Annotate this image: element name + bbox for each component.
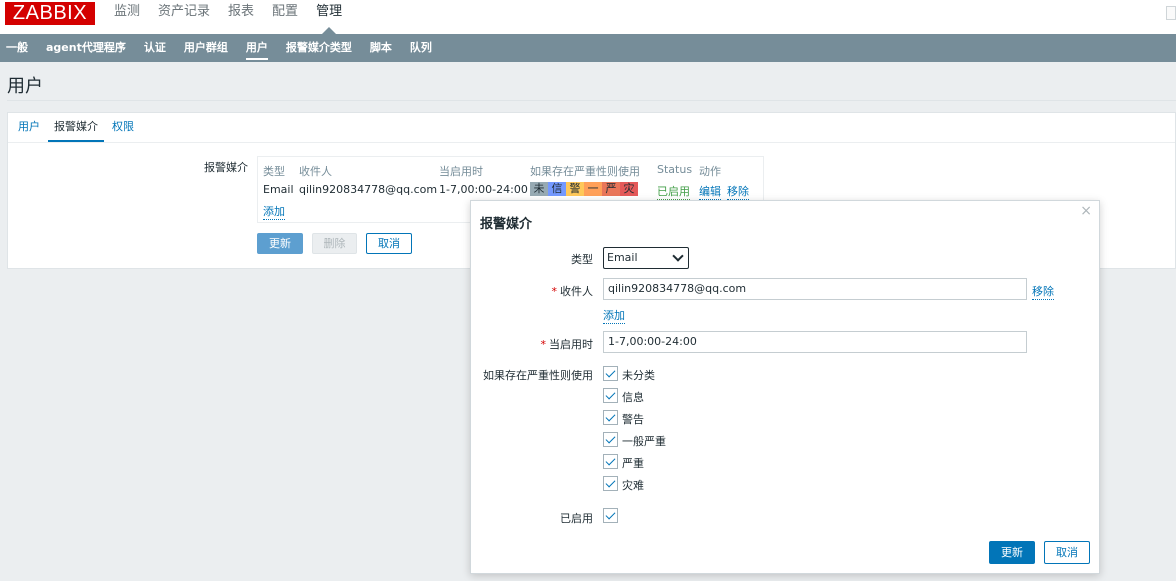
type-select[interactable]: Email [603, 247, 689, 269]
severity-information: 信 [548, 182, 566, 196]
severity-checkbox-warning[interactable] [603, 410, 618, 425]
title-divider [7, 100, 1176, 101]
row-remove-link[interactable]: 移除 [727, 183, 749, 200]
header-widget[interactable] [1166, 6, 1176, 20]
row-status-toggle[interactable]: 已启用 [657, 183, 690, 200]
cancel-button[interactable]: 取消 [366, 233, 412, 254]
subnav-general[interactable]: 一般 [6, 34, 28, 62]
media-dialog: 报警媒介 × 类型 Email * 收件人 qilin920834778@qq.c… [470, 200, 1100, 574]
when-active-label: * 当启用时 [511, 336, 594, 352]
when-active-input[interactable]: 1-7,00:00-24:00 [603, 331, 1027, 353]
when-active-label-text: 当启用时 [549, 338, 593, 351]
media-field-label: 报警媒介 [204, 161, 248, 174]
severity-checkbox-disaster[interactable] [603, 476, 618, 491]
subnav-scripts[interactable]: 脚本 [370, 34, 392, 62]
subnav-queue[interactable]: 队列 [410, 34, 432, 62]
active-menu-caret-icon [322, 27, 337, 34]
tab-user[interactable]: 用户 [12, 113, 46, 142]
menu-configuration[interactable]: 配置 [272, 4, 298, 34]
tab-media[interactable]: 报警媒介 [48, 113, 104, 142]
type-label: 类型 [571, 253, 593, 266]
severity-checkbox-average[interactable] [603, 432, 618, 447]
dialog-title: 报警媒介 [480, 217, 533, 232]
menu-inventory[interactable]: 资产记录 [158, 4, 210, 34]
zabbix-logo[interactable]: ZABBIX [5, 2, 95, 25]
dialog-update-button[interactable]: 更新 [989, 541, 1035, 564]
menu-reports[interactable]: 报表 [228, 4, 254, 34]
user-tabs: 用户 报警媒介 权限 [8, 113, 142, 142]
subnav-users[interactable]: 用户 [245, 34, 268, 62]
severity-checkbox-information[interactable] [603, 388, 618, 403]
tab-permissions[interactable]: 权限 [106, 113, 140, 142]
add-recipient-link[interactable]: 添加 [603, 307, 625, 324]
top-header: ZABBIX 监测 资产记录 报表 配置 管理 [0, 0, 1176, 34]
add-media-link[interactable]: 添加 [263, 203, 285, 220]
recipient-label-text: 收件人 [560, 285, 593, 298]
col-severity: 如果存在严重性则使用 [530, 165, 640, 178]
row-when-active: 1-7,00:00-24:00 [439, 183, 528, 196]
close-icon[interactable]: × [1080, 203, 1092, 219]
delete-button[interactable]: 删除 [312, 233, 357, 254]
severity-checkbox-not-classified[interactable] [603, 366, 618, 381]
required-icon: * [551, 285, 558, 298]
col-recipient: 收件人 [299, 165, 332, 178]
subnav-media-types[interactable]: 报警媒介类型 [286, 34, 352, 62]
col-type: 类型 [263, 165, 285, 178]
recipient-input[interactable]: qilin920834778@qq.com [603, 278, 1027, 300]
severity-disaster: 灾 [620, 182, 638, 196]
severity-average: 一 [584, 182, 602, 196]
update-button[interactable]: 更新 [257, 233, 303, 254]
subnav-authentication[interactable]: 认证 [144, 34, 166, 62]
severity-label-disaster: 灾难 [622, 479, 644, 492]
remove-recipient-link[interactable]: 移除 [1032, 283, 1054, 300]
menu-administration-label: 管理 [316, 4, 343, 19]
row-edit-link[interactable]: 编辑 [699, 183, 721, 200]
dialog-cancel-button[interactable]: 取消 [1044, 541, 1090, 564]
col-status: Status [657, 163, 693, 176]
severity-not-classified: 未 [530, 182, 548, 196]
enabled-label: 已启用 [560, 512, 593, 525]
page-title: 用户 [7, 76, 43, 97]
severity-label-not-classified: 未分类 [622, 369, 655, 382]
severity-warning: 警 [566, 182, 584, 196]
severity-label-warning: 警告 [622, 413, 644, 426]
severity-label-high: 严重 [622, 457, 644, 470]
row-type: Email [263, 183, 294, 196]
severity-label: 如果存在严重性则使用 [483, 369, 593, 382]
severity-label-information: 信息 [622, 391, 644, 404]
main-menu: 监测 资产记录 报表 配置 管理 [114, 4, 360, 34]
subnav-user-groups[interactable]: 用户群组 [184, 34, 228, 62]
severity-high: 严 [602, 182, 620, 196]
menu-monitoring[interactable]: 监测 [114, 4, 140, 34]
severity-label-average: 一般严重 [622, 435, 666, 448]
menu-administration[interactable]: 管理 [316, 4, 342, 34]
severity-checkbox-high[interactable] [603, 454, 618, 469]
subnav-proxies[interactable]: agent代理程序 [46, 34, 126, 62]
col-action: 动作 [699, 165, 721, 178]
sub-navigation: 一般 agent代理程序 认证 用户群组 用户 报警媒介类型 脚本 队列 [0, 34, 1176, 62]
row-recipient: qilin920834778@qq.com [299, 183, 438, 196]
col-when-active: 当启用时 [439, 165, 483, 178]
tabs-divider [8, 142, 1175, 143]
chevron-down-icon [672, 250, 684, 262]
enabled-checkbox[interactable] [603, 508, 618, 523]
recipient-label: * 收件人 [511, 283, 594, 299]
type-select-value: Email [607, 251, 638, 264]
required-icon: * [540, 338, 547, 351]
